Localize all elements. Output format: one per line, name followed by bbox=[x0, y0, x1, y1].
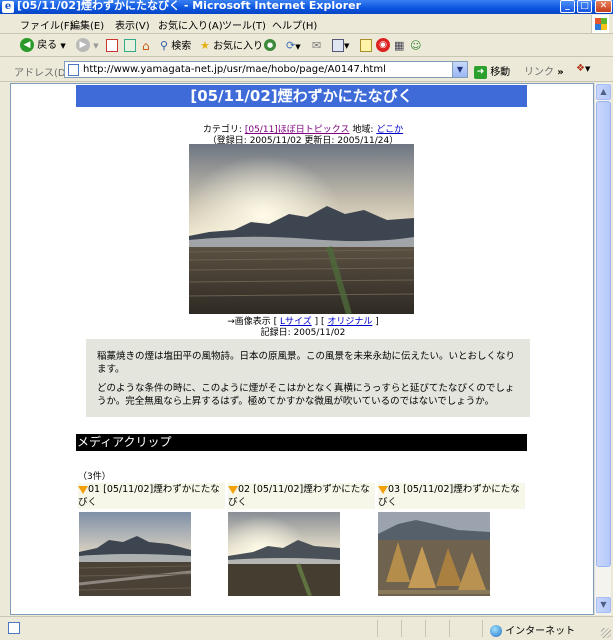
clip-number: 03 bbox=[388, 484, 401, 495]
clip-title: [05/11/02]煙わずかにたなびく bbox=[78, 484, 220, 508]
title-bar: e [05/11/02]煙わずかにたなびく - Microsoft Intern… bbox=[0, 0, 613, 14]
address-dropdown-icon[interactable]: ▼ bbox=[452, 62, 467, 77]
media-clip-heading: メディアクリップ bbox=[76, 434, 527, 451]
messenger-button[interactable]: ☺ bbox=[410, 38, 421, 54]
go-button[interactable]: ➜ 移動 bbox=[474, 63, 510, 79]
clip-title-1[interactable]: 01 [05/11/02]煙わずかにたなびく bbox=[78, 483, 225, 509]
main-photo[interactable] bbox=[189, 144, 414, 314]
star-icon: ★ bbox=[200, 39, 210, 52]
research-button[interactable]: ▦ bbox=[394, 38, 404, 54]
minimize-button[interactable]: _ bbox=[560, 0, 575, 13]
search-icon: ⚲ bbox=[160, 39, 169, 52]
discuss-button[interactable]: ◉ bbox=[376, 38, 390, 54]
messenger-icon: ☺ bbox=[410, 39, 422, 52]
stop-icon bbox=[106, 38, 118, 52]
clip-number: 01 bbox=[88, 484, 101, 495]
vertical-scrollbar[interactable]: ▲ ▼ bbox=[594, 83, 611, 615]
windows-flag-icon bbox=[591, 15, 609, 33]
address-url: http://www.yamagata-net.jp/usr/mae/hobo/… bbox=[83, 64, 386, 75]
page-icon bbox=[68, 64, 79, 76]
description-box: 稲藁焼きの煙は塩田平の風物詩。日本の原風景。この風景を未来永劫に伝えたい。いとお… bbox=[86, 339, 530, 417]
back-arrow-icon: ◀ bbox=[20, 38, 34, 52]
menu-help[interactable]: ヘルプ(H) bbox=[272, 17, 317, 32]
extra-toolbar-button[interactable]: ❖▼ bbox=[576, 63, 590, 74]
clip-thumbnail-2[interactable] bbox=[228, 512, 340, 596]
address-bar: アドレス(D) http://www.yamagata-net.jp/usr/m… bbox=[0, 58, 613, 82]
history-icon: ⟳ bbox=[286, 39, 296, 52]
media-icon: ● bbox=[264, 39, 276, 51]
refresh-button[interactable] bbox=[124, 38, 136, 54]
clip-title-3[interactable]: 03 [05/11/02]煙わずかにたなびく bbox=[378, 483, 525, 509]
clip-title-2[interactable]: 02 [05/11/02]煙わずかにたなびく bbox=[228, 483, 375, 509]
links-button[interactable]: リンク » bbox=[524, 63, 564, 78]
triangle-marker-icon bbox=[228, 485, 238, 494]
print-icon bbox=[332, 38, 344, 52]
close-button[interactable]: ✕ bbox=[595, 0, 612, 13]
ie-logo-icon: e bbox=[2, 1, 14, 13]
maximize-button[interactable]: □ bbox=[577, 0, 592, 13]
menu-tools[interactable]: ツール(T) bbox=[222, 17, 266, 32]
mail-button[interactable]: ✉ bbox=[312, 38, 321, 54]
address-input[interactable]: http://www.yamagata-net.jp/usr/mae/hobo/… bbox=[64, 61, 468, 78]
description-paragraph-1: 稲藁焼きの煙は塩田平の風物詩。日本の原風景。この風景を未来永劫に伝えたい。いとお… bbox=[97, 351, 516, 375]
translate-icon: ❖ bbox=[576, 63, 585, 74]
refresh-icon bbox=[124, 38, 136, 52]
triangle-marker-icon bbox=[378, 485, 388, 494]
go-label: 移動 bbox=[490, 67, 511, 78]
back-button[interactable]: ◀ 戻る ▼ bbox=[20, 38, 66, 54]
scroll-thumb[interactable] bbox=[596, 101, 611, 567]
window-title: [05/11/02]煙わずかにたなびく - Microsoft Internet… bbox=[17, 0, 362, 12]
security-zone: インターネット bbox=[490, 622, 575, 637]
stop-button[interactable] bbox=[106, 38, 118, 54]
links-chevron-icon: » bbox=[557, 67, 564, 78]
edit-icon bbox=[360, 38, 372, 52]
scroll-up-icon[interactable]: ▲ bbox=[596, 84, 611, 100]
forward-button[interactable]: ▶ ▼ bbox=[76, 38, 99, 54]
links-label: リンク bbox=[524, 67, 554, 78]
favorites-label: お気に入り bbox=[213, 41, 264, 52]
back-label: 戻る bbox=[37, 40, 58, 51]
home-icon: ⌂ bbox=[142, 39, 150, 53]
scroll-down-icon[interactable]: ▼ bbox=[596, 597, 611, 613]
clip-title: [05/11/02]煙わずかにたなびく bbox=[378, 484, 520, 508]
menu-edit[interactable]: 編集(E) bbox=[70, 17, 104, 32]
menu-file[interactable]: ファイル(F) bbox=[20, 17, 74, 32]
status-bar: インターネット bbox=[0, 616, 613, 640]
zone-label: インターネット bbox=[505, 626, 576, 637]
discuss-icon: ◉ bbox=[376, 38, 390, 52]
menu-favorites[interactable]: お気に入り(A) bbox=[158, 17, 223, 32]
clip-count: （3件） bbox=[78, 472, 111, 482]
page-title: [05/11/02]煙わずかにたなびく bbox=[76, 85, 527, 107]
history-button[interactable]: ⟳▼ bbox=[286, 38, 301, 54]
search-button[interactable]: ⚲ 検索 bbox=[160, 38, 191, 54]
clip-title: [05/11/02]煙わずかにたなびく bbox=[228, 484, 370, 508]
search-label: 検索 bbox=[171, 41, 192, 52]
record-date: 記録日: 2005/11/02 bbox=[260, 328, 346, 338]
media-button[interactable]: ● bbox=[264, 38, 276, 54]
page-content: [05/11/02]煙わずかにたなびく カテゴリ: [05/11]ほぼ日トピック… bbox=[10, 83, 594, 615]
menu-bar: ファイル(F) 編集(E) 表示(V) お気に入り(A) ツール(T) ヘルプ(… bbox=[0, 14, 613, 34]
favorites-button[interactable]: ★ お気に入り bbox=[200, 38, 263, 54]
mail-icon: ✉ bbox=[312, 39, 322, 52]
print-button[interactable]: ▼ bbox=[332, 38, 349, 54]
page-status-icon bbox=[8, 622, 20, 634]
go-arrow-icon: ➜ bbox=[474, 65, 487, 79]
research-icon: ▦ bbox=[394, 39, 405, 52]
edit-button[interactable] bbox=[360, 38, 372, 54]
home-button[interactable]: ⌂ bbox=[142, 38, 150, 54]
address-label: アドレス(D) bbox=[14, 68, 70, 79]
menu-view[interactable]: 表示(V) bbox=[115, 17, 150, 32]
toolbar: ◀ 戻る ▼ ▶ ▼ ⌂ ⚲ 検索 ★ お気に入り ● ⟳▼ ✉ ▼ ◉ ▦ ☺ bbox=[0, 35, 613, 57]
clip-number: 02 bbox=[238, 484, 251, 495]
clip-thumbnail-1[interactable] bbox=[79, 512, 191, 596]
triangle-marker-icon bbox=[78, 485, 88, 494]
resize-grip-icon[interactable] bbox=[601, 628, 611, 638]
description-paragraph-2: どのような条件の時に、このように煙がそこはかとなく真横にうっすらと延びてたなびく… bbox=[97, 383, 515, 407]
globe-icon bbox=[490, 625, 502, 637]
clip-thumbnail-3[interactable] bbox=[378, 512, 490, 596]
forward-arrow-icon: ▶ bbox=[76, 38, 90, 52]
